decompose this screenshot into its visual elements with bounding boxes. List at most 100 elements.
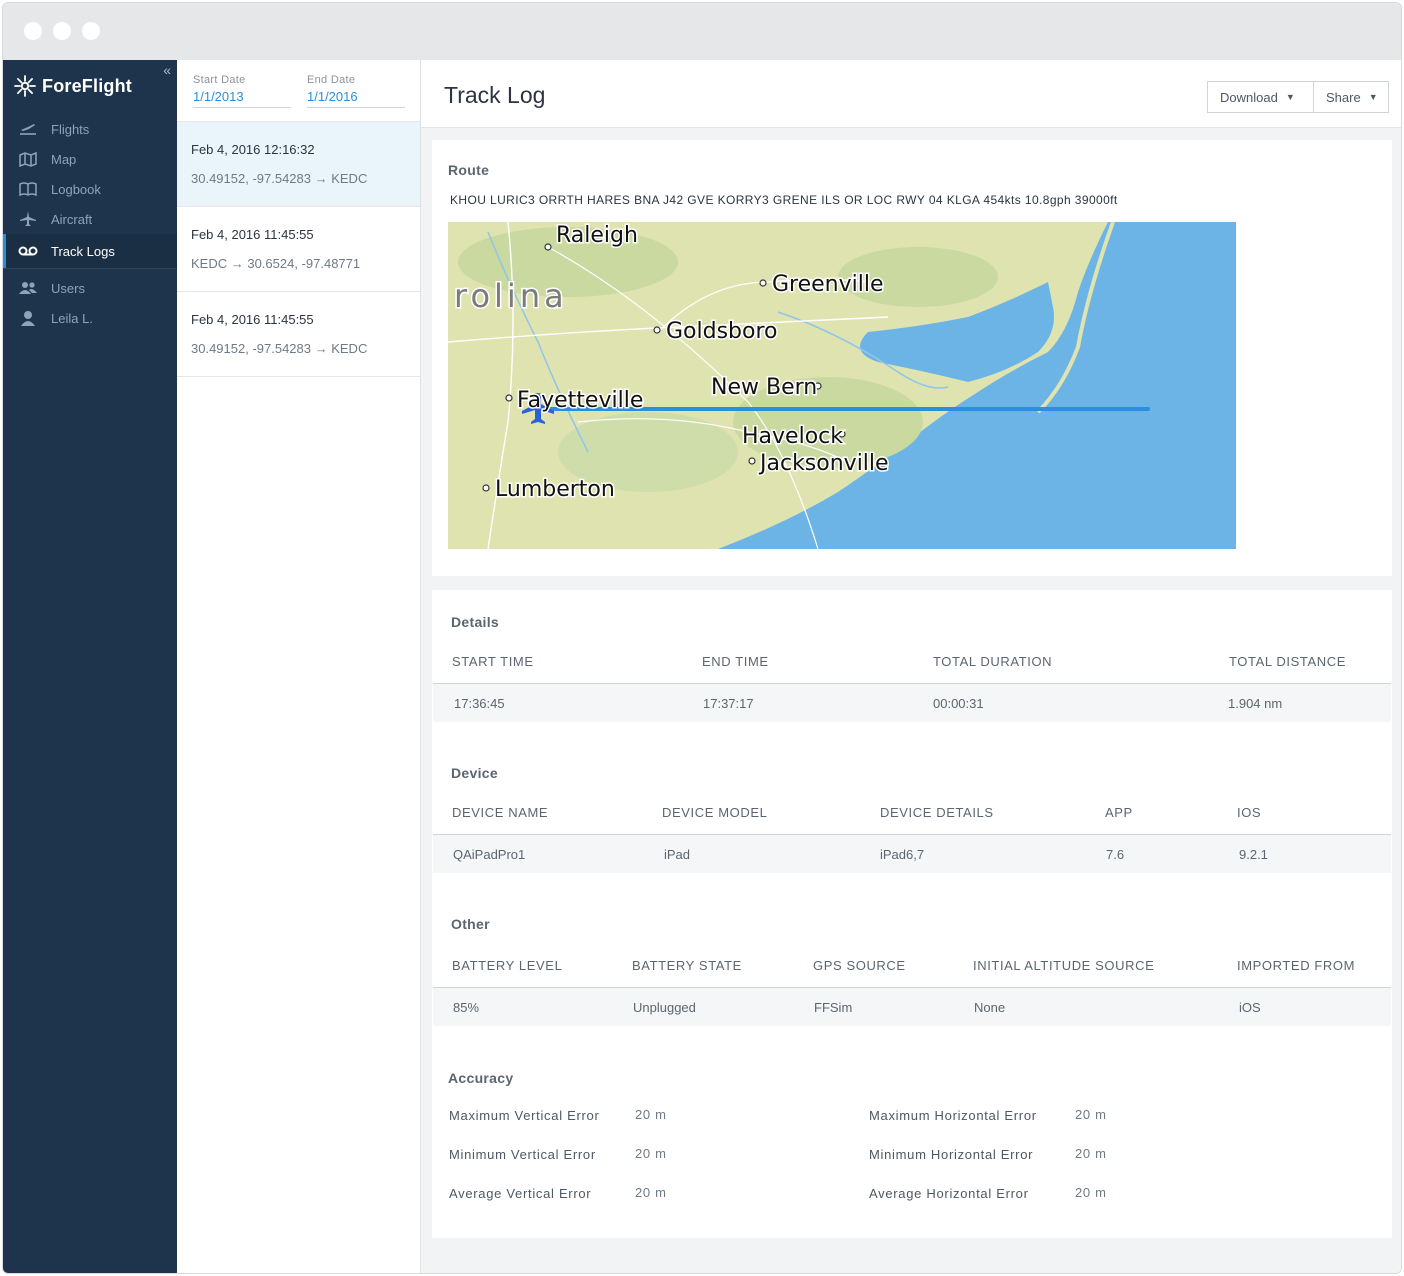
details-card: Details START TIME END TIME TOTAL DURATI… [432, 590, 1392, 1238]
column-header: END TIME [702, 654, 769, 669]
sidebar-item-map[interactable]: Map [3, 144, 177, 174]
end-date-input[interactable]: 1/1/2016 [307, 87, 405, 108]
column-header: IMPORTED FROM [1237, 958, 1356, 973]
other-table: BATTERY LEVEL BATTERY STATE GPS SOURCE I… [433, 952, 1391, 1026]
sidebar-item-label: Aircraft [51, 211, 93, 227]
log-time: Feb 4, 2016 11:45:55 [191, 227, 314, 242]
map-label-jacksonville: Jacksonville [758, 451, 889, 476]
sidebar: ForeFlight « Flights Map Logbook Aircraf… [3, 60, 177, 1273]
download-button[interactable]: Download ▼ [1207, 81, 1314, 113]
collapse-sidebar-button[interactable]: « [163, 62, 171, 78]
column-header: DEVICE MODEL [662, 805, 768, 820]
sidebar-item-label: Logbook [51, 181, 101, 197]
accuracy-value: 20 m [635, 1146, 667, 1161]
map-label-fayetteville: Fayetteville [517, 388, 643, 413]
window-dot-minimize[interactable] [53, 22, 71, 40]
map-label-havelock: Havelock [742, 424, 843, 449]
table-cell: Unplugged [633, 1000, 696, 1015]
column-header: IOS [1237, 805, 1262, 820]
sidebar-item-logbook[interactable]: Logbook [3, 174, 177, 204]
accuracy-value: 20 m [635, 1185, 667, 1200]
browser-window: ForeFlight « Flights Map Logbook Aircraf… [2, 2, 1402, 1274]
logbook-icon [18, 181, 38, 197]
device-table: DEVICE NAME DEVICE MODEL DEVICE DETAILS … [433, 799, 1391, 873]
sidebar-item-flights[interactable]: Flights [3, 114, 177, 144]
end-date-label: End Date [307, 74, 356, 86]
accuracy-value: 20 m [1075, 1185, 1107, 1200]
column-header: TOTAL DISTANCE [1229, 654, 1346, 669]
other-title: Other [451, 916, 490, 932]
sidebar-item-label: Leila L. [51, 310, 93, 326]
log-time: Feb 4, 2016 11:45:55 [191, 312, 314, 327]
table-header: START TIME END TIME TOTAL DURATION TOTAL… [433, 648, 1391, 684]
sidebar-item-label: Map [51, 151, 77, 167]
brand-name: ForeFlight [42, 75, 132, 96]
accuracy-value: 20 m [635, 1107, 667, 1122]
list-item[interactable]: Feb 4, 2016 11:45:55 KEDC → 30.6524, -97… [177, 207, 420, 292]
list-item[interactable]: Feb 4, 2016 12:16:32 30.49152, -97.54283… [177, 122, 420, 207]
flights-icon [18, 121, 38, 137]
table-header: BATTERY LEVEL BATTERY STATE GPS SOURCE I… [433, 952, 1391, 988]
details-table: START TIME END TIME TOTAL DURATION TOTAL… [433, 648, 1391, 722]
users-icon [18, 280, 38, 296]
accuracy-label: Minimum Horizontal Error [869, 1147, 1034, 1162]
table-cell: 9.2.1 [1239, 847, 1268, 862]
column-header: INITIAL ALTITUDE SOURCE [973, 958, 1155, 973]
table-row: 17:36:45 17:37:17 00:00:31 1.904 nm [433, 684, 1391, 722]
accuracy-title: Accuracy [448, 1070, 514, 1086]
window-dot-close[interactable] [24, 22, 42, 40]
log-route: 30.49152, -97.54283 → KEDC [191, 171, 368, 186]
user-icon [18, 310, 38, 326]
log-time: Feb 4, 2016 12:16:32 [191, 142, 315, 157]
table-row: 85% Unplugged FFSim None iOS [433, 988, 1391, 1026]
track-logs-icon [18, 243, 38, 259]
table-cell: None [974, 1000, 1006, 1015]
sidebar-item-track-logs[interactable]: Track Logs [3, 234, 177, 268]
list-item[interactable]: Feb 4, 2016 11:45:55 30.49152, -97.54283… [177, 292, 420, 377]
track-log-list: Start Date 1/1/2013 End Date 1/1/2016 Fe… [177, 60, 421, 1273]
table-cell: 00:00:31 [933, 696, 984, 711]
table-cell: iPad6,7 [880, 847, 925, 862]
accuracy-value: 20 m [1075, 1107, 1107, 1122]
map-label-state: rolina [454, 277, 568, 315]
route-title: Route [448, 162, 490, 178]
page-title: Track Log [444, 82, 546, 108]
device-title: Device [451, 765, 498, 781]
end-date-field[interactable]: End Date 1/1/2016 [307, 74, 405, 108]
sidebar-item-label: Track Logs [51, 243, 115, 259]
map-label-goldsboro: Goldsboro [666, 319, 778, 344]
start-date-input[interactable]: 1/1/2013 [193, 87, 291, 108]
sidebar-item-label: Flights [51, 121, 90, 137]
foreflight-logo-icon [14, 75, 36, 97]
table-header: DEVICE NAME DEVICE MODEL DEVICE DETAILS … [433, 799, 1391, 835]
download-label: Download [1220, 89, 1278, 105]
table-cell: 7.6 [1106, 847, 1125, 862]
map-icon [18, 151, 38, 167]
column-header: GPS SOURCE [813, 958, 906, 973]
accuracy-label: Average Vertical Error [449, 1186, 592, 1201]
sidebar-item-label: Users [51, 280, 85, 296]
column-header: BATTERY LEVEL [452, 958, 563, 973]
column-header: DEVICE DETAILS [880, 805, 994, 820]
table-row: QAiPadPro1 iPad iPad6,7 7.6 9.2.1 [433, 835, 1391, 873]
page-header: Track Log Download ▼ Share ▼ [421, 60, 1401, 128]
column-header: BATTERY STATE [632, 958, 742, 973]
accuracy-label: Minimum Vertical Error [449, 1147, 596, 1162]
route-map[interactable]: Raleigh Greenville Goldsboro New Bern Fa… [448, 222, 1236, 549]
sidebar-item-aircraft[interactable]: Aircraft [3, 204, 177, 234]
window-dot-maximize[interactable] [82, 22, 100, 40]
sidebar-item-user-profile[interactable]: Leila L. [3, 303, 177, 333]
start-date-field[interactable]: Start Date 1/1/2013 [193, 74, 291, 108]
column-header: APP [1105, 805, 1133, 820]
map-label-raleigh: Raleigh [556, 223, 638, 248]
share-button[interactable]: Share ▼ [1313, 81, 1389, 113]
accuracy-value: 20 m [1075, 1146, 1107, 1161]
brand-logo[interactable]: ForeFlight [14, 74, 132, 98]
table-cell: 17:36:45 [454, 696, 505, 711]
accuracy-label: Maximum Horizontal Error [869, 1108, 1037, 1123]
column-header: START TIME [452, 654, 534, 669]
aircraft-icon [18, 211, 38, 227]
log-route: 30.49152, -97.54283 → KEDC [191, 341, 368, 356]
map-canvas: Raleigh Greenville Goldsboro New Bern Fa… [448, 222, 1236, 549]
sidebar-item-users[interactable]: Users [3, 273, 177, 303]
